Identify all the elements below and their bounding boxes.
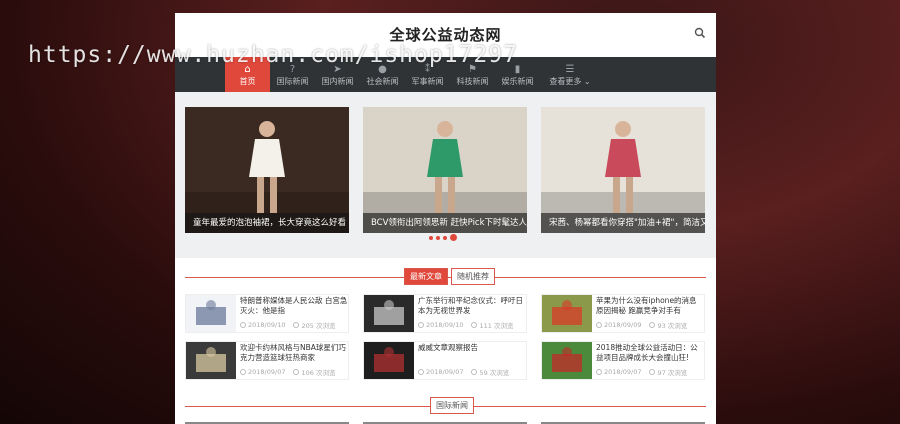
nav-item-7[interactable]: ☰ 查看更多 ⌄	[540, 57, 600, 92]
slider-dot[interactable]	[429, 235, 433, 240]
article-date: 2018/09/10	[418, 320, 463, 330]
slide-caption[interactable]: BCV领衔出阿领思新 赶快Pick下时髦达人	[363, 213, 527, 233]
clock-icon	[418, 322, 424, 328]
nav-item-label: 查看更多	[549, 77, 582, 86]
article-thumbnail[interactable]	[542, 295, 592, 332]
article-body: 广东举行和平纪念仪式：呼吁日本为无视世界发 2018/09/10 111 次浏览	[418, 295, 526, 332]
eye-icon	[293, 322, 300, 328]
article-date: 2018/09/09	[596, 320, 641, 330]
article-views: 93 次浏览	[649, 320, 687, 330]
nav-item-label: 科技新闻	[456, 77, 489, 86]
article-date: 2018/09/10	[240, 320, 285, 330]
slider-dots	[429, 234, 457, 241]
clock-icon	[418, 369, 424, 375]
nav-item-label: 国内新闻	[321, 77, 354, 86]
eye-icon	[471, 369, 478, 375]
nav-item-label: 国际新闻	[276, 77, 309, 86]
clock-icon	[596, 369, 602, 375]
article-meta: 2018/09/07 97 次浏览	[596, 367, 704, 377]
eye-icon	[293, 369, 300, 375]
article-date: 2018/09/07	[418, 367, 463, 377]
nav-item-label: 娱乐新闻	[501, 77, 534, 86]
article-title[interactable]: 广东举行和平纪念仪式：呼吁日本为无视世界发	[418, 296, 526, 316]
list-item[interactable]: 苹果为什么没有iphone的消息原因揭秘 跑赢竞争对手有 2018/09/09 93…	[541, 294, 705, 333]
clock-icon	[596, 322, 602, 328]
clock-icon	[240, 322, 246, 328]
slide-0[interactable]: 童年最爱的泡泡袖裙，长大穿竟这么好看	[185, 107, 349, 233]
article-views: 111 次浏览	[471, 320, 513, 330]
eye-icon	[471, 322, 478, 328]
article-meta: 2018/09/09 93 次浏览	[596, 320, 704, 330]
slide-1[interactable]: BCV领衔出阿领思新 赶快Pick下时髦达人	[363, 107, 527, 233]
nav-item-label: 首页	[239, 77, 256, 86]
article-thumbnail[interactable]	[186, 295, 236, 332]
article-thumbnail[interactable]	[364, 295, 414, 332]
slider-dot[interactable]	[443, 235, 447, 240]
article-title[interactable]: 2018推动全球公益活动日：公益项目品牌成长大会撞山狂!	[596, 343, 704, 363]
page-container: 全球公益动态网 ⌂ 首页? 国际新闻 ➤ 国内新闻 ● 社会新闻 ⁑ 军事新闻 ⚑ 科技新闻 ▮ 娱乐新…	[175, 13, 716, 424]
article-views: 205 次浏览	[293, 320, 335, 330]
chevron-down-icon: ⌄	[581, 77, 591, 86]
section-title-international[interactable]: 国际新闻	[430, 397, 474, 414]
article-thumbnail[interactable]	[186, 342, 236, 379]
watermark-url: https://www.huzhan.com/ishop17297	[28, 42, 518, 68]
slide-caption[interactable]: 童年最爱的泡泡袖裙，长大穿竟这么好看	[185, 213, 349, 233]
article-body: 苹果为什么没有iphone的消息原因揭秘 跑赢竞争对手有 2018/09/09 93…	[596, 295, 704, 332]
nav-item-label: 军事新闻	[411, 77, 444, 86]
list-icon: ☰	[565, 64, 575, 75]
article-meta: 2018/09/07 106 次浏览	[240, 367, 348, 377]
search-icon[interactable]	[694, 27, 706, 39]
article-title[interactable]: 威威文章观察报告	[418, 343, 526, 363]
article-title[interactable]: 特朗普称媒体是人民公敌 白宫急灭火：他是指	[240, 296, 348, 316]
list-item[interactable]: 特朗普称媒体是人民公敌 白宫急灭火：他是指 2018/09/10 205 次浏览	[185, 294, 349, 333]
article-views: 106 次浏览	[293, 367, 335, 377]
article-thumbnail[interactable]	[542, 342, 592, 379]
slide-caption[interactable]: 宋茜、杨幂都看你穿搭"加油+裙"，简洁又时髦	[541, 213, 705, 233]
nav-item-label: 社会新闻	[366, 77, 399, 86]
list-item[interactable]: 2018推动全球公益活动日：公益项目品牌成长大会撞山狂! 2018/09/07 97…	[541, 341, 705, 380]
image-slider: 童年最爱的泡泡袖裙，长大穿竟这么好看 BCV领衔出阿领思新 赶快Pick下时髦达人…	[175, 92, 716, 258]
slider-dot[interactable]	[450, 234, 457, 241]
article-body: 威威文章观察报告 2018/09/07 59 次浏览	[418, 342, 526, 379]
article-meta: 2018/09/07 59 次浏览	[418, 367, 526, 377]
slider-dot[interactable]	[436, 235, 440, 240]
article-body: 欢迎卡约林风格与NBA球星们巧克力营造篮球狂热商家 2018/09/07 106 次…	[240, 342, 348, 379]
slide-2[interactable]: 宋茜、杨幂都看你穿搭"加油+裙"，简洁又时髦	[541, 107, 705, 233]
tab-random[interactable]: 随机推荐	[451, 268, 495, 285]
article-thumbnail[interactable]	[364, 342, 414, 379]
article-title[interactable]: 苹果为什么没有iphone的消息原因揭秘 跑赢竞争对手有	[596, 296, 704, 316]
clock-icon	[240, 369, 246, 375]
bottom-thumb-strip	[175, 418, 716, 424]
eye-icon	[649, 369, 656, 375]
article-body: 特朗普称媒体是人民公敌 白宫急灭火：他是指 2018/09/10 205 次浏览	[240, 295, 348, 332]
article-body: 2018推动全球公益活动日：公益项目品牌成长大会撞山狂! 2018/09/07 97…	[596, 342, 704, 379]
tab-latest[interactable]: 最新文章	[404, 268, 448, 285]
article-views: 97 次浏览	[649, 367, 687, 377]
article-list: 特朗普称媒体是人民公敌 白宫急灭火：他是指 2018/09/10 205 次浏览 广东…	[175, 294, 716, 380]
list-item[interactable]: 广东举行和平纪念仪式：呼吁日本为无视世界发 2018/09/10 111 次浏览	[363, 294, 527, 333]
section-tabs: 最新文章 随机推荐	[185, 266, 706, 288]
article-meta: 2018/09/10 111 次浏览	[418, 320, 526, 330]
article-views: 59 次浏览	[471, 367, 509, 377]
list-item[interactable]: 威威文章观察报告 2018/09/07 59 次浏览	[363, 341, 527, 380]
list-item[interactable]: 欢迎卡约林风格与NBA球星们巧克力营造篮球狂热商家 2018/09/07 106 次…	[185, 341, 349, 380]
article-date: 2018/09/07	[240, 367, 285, 377]
article-meta: 2018/09/10 205 次浏览	[240, 320, 348, 330]
eye-icon	[649, 322, 656, 328]
article-date: 2018/09/07	[596, 367, 641, 377]
article-title[interactable]: 欢迎卡约林风格与NBA球星们巧克力营造篮球狂热商家	[240, 343, 348, 363]
section-international: 国际新闻	[185, 396, 706, 418]
